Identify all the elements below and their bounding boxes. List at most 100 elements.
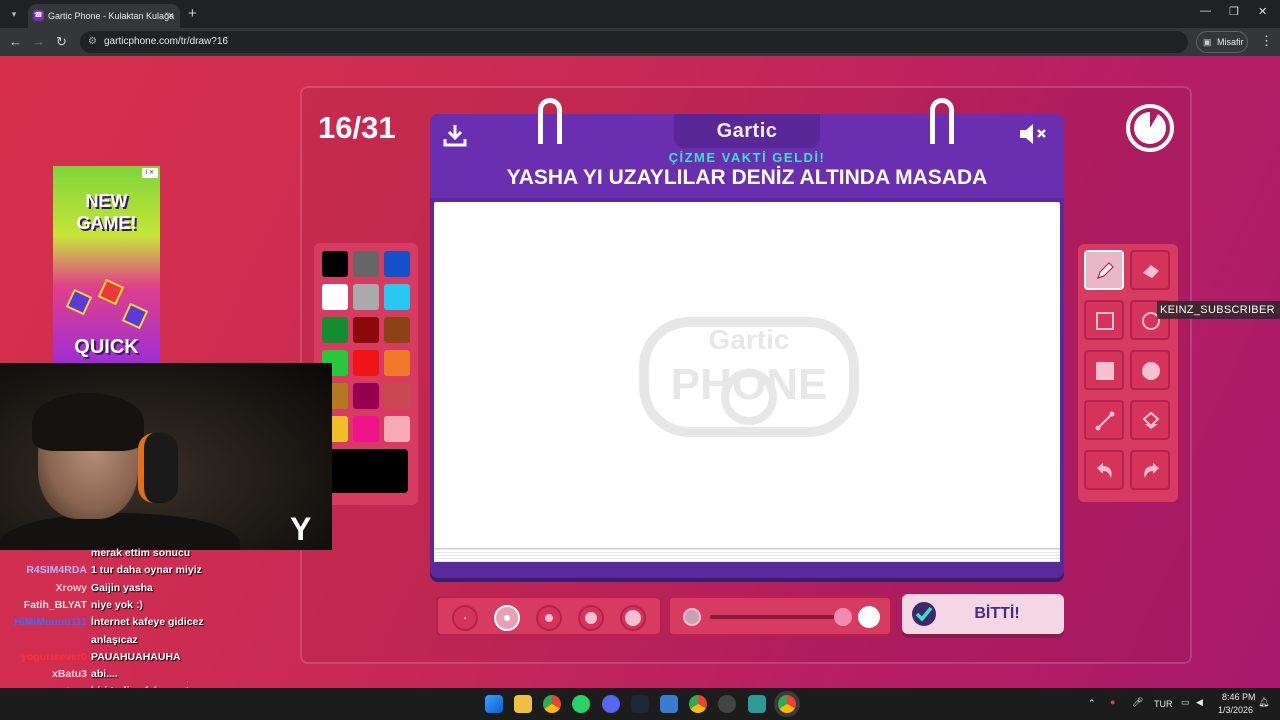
minimize-icon[interactable]: —: [1200, 5, 1211, 17]
chrome-active-icon[interactable]: [778, 695, 796, 713]
tray-chevron-icon[interactable]: ⌃: [1088, 698, 1096, 709]
brush-size-2[interactable]: [494, 605, 520, 631]
timer-icon: [1126, 104, 1174, 152]
clock-date[interactable]: 1/3/2026: [1218, 705, 1253, 715]
advertisement[interactable]: i ✕ NEW GAME! QUICK: [53, 166, 160, 366]
language-indicator[interactable]: TUR: [1154, 699, 1173, 709]
chat-message: yogurtsever0 PAUAHUAHAUHA: [0, 649, 330, 666]
notification-icon[interactable]: 🔔︎: [1258, 697, 1269, 708]
new-tab-button[interactable]: +: [188, 5, 197, 23]
bucket-tool[interactable]: [1130, 400, 1170, 440]
browser-menu-icon[interactable]: ⋮: [1260, 33, 1273, 49]
address-bar[interactable]: ⚙ garticphone.com/tr/draw?16: [80, 31, 1188, 53]
rectangle-fill-icon: [1096, 362, 1114, 380]
color-swatch[interactable]: [353, 251, 379, 277]
eraser-tool[interactable]: [1130, 250, 1170, 290]
whatsapp-icon[interactable]: [572, 695, 590, 713]
chat-username: Xrowy: [55, 581, 87, 594]
color-swatch[interactable]: [353, 350, 379, 376]
restore-icon[interactable]: ❐: [1229, 5, 1239, 18]
checkmark-icon: [912, 602, 936, 626]
forward-icon[interactable]: →: [32, 34, 45, 50]
opacity-thumb[interactable]: [834, 608, 852, 626]
line-icon: [1095, 411, 1115, 431]
ellipse-fill-icon: [1142, 362, 1160, 380]
redo-tool[interactable]: [1130, 450, 1170, 490]
gartic-phone-watermark: Gartic PHONE: [624, 302, 874, 452]
color-swatch[interactable]: [384, 350, 410, 376]
color-swatch[interactable]: [384, 251, 410, 277]
mute-icon[interactable]: [1018, 122, 1050, 146]
start-icon[interactable]: [485, 695, 503, 713]
file-explorer-icon[interactable]: [514, 695, 532, 713]
chat-username: xBatu3: [51, 668, 87, 681]
undo-tool[interactable]: [1084, 450, 1124, 490]
chat-message: xBatu3 abi....: [0, 666, 330, 683]
pencil-tool[interactable]: [1084, 250, 1124, 290]
color-swatch[interactable]: [353, 317, 379, 343]
brush-size-1[interactable]: [452, 605, 478, 631]
color-swatch[interactable]: [384, 317, 410, 343]
close-tab-icon[interactable]: ×: [168, 4, 174, 28]
obs-icon[interactable]: [718, 695, 736, 713]
chat-text: Gaijin yasha: [91, 581, 153, 594]
rectangle-fill-tool[interactable]: [1084, 350, 1124, 390]
color-swatch[interactable]: [322, 317, 348, 343]
color-swatch[interactable]: [384, 383, 410, 409]
profile-button[interactable]: ▣ Misafir: [1196, 31, 1248, 53]
color-swatch[interactable]: [353, 284, 379, 310]
drawing-canvas[interactable]: Gartic PHONE: [434, 202, 1060, 562]
back-icon[interactable]: ←: [9, 34, 22, 50]
line-tool[interactable]: [1084, 400, 1124, 440]
microphone-icon[interactable]: 🎤︎: [1132, 697, 1143, 708]
browser-tab[interactable]: ☎ Gartic Phone - Kulaktan Kulağa ×: [28, 4, 180, 28]
steam-icon[interactable]: [631, 695, 649, 713]
webcam-hair: [32, 393, 144, 451]
chat-username: HiMiMuuuu111: [14, 616, 87, 629]
done-button[interactable]: BİTTİ!: [902, 594, 1064, 634]
chat-username: Fatih_BLYAT: [23, 598, 87, 611]
profile-label: Misafir: [1217, 37, 1244, 47]
color-swatch[interactable]: [384, 284, 410, 310]
headset-icon: [138, 433, 178, 503]
tab-list-button[interactable]: ▾: [6, 6, 22, 22]
undo-icon: [1097, 463, 1112, 478]
color-swatch[interactable]: [384, 416, 410, 442]
brush-size-panel: [436, 596, 662, 636]
brush-size-5[interactable]: [620, 605, 646, 631]
color-swatch[interactable]: [353, 416, 379, 442]
rectangle-outline-tool[interactable]: [1084, 300, 1124, 340]
drawing-prompt: YASHA YI UZAYLILAR DENİZ ALTINDA MASADA: [506, 166, 988, 189]
ad-gem-icon: [121, 302, 149, 330]
chrome-icon[interactable]: [543, 695, 561, 713]
watermark-top: Gartic: [708, 324, 790, 355]
brush-size-4[interactable]: [578, 605, 604, 631]
brush-size-3[interactable]: [536, 605, 562, 631]
site-info-icon[interactable]: ⚙: [88, 31, 97, 53]
opacity-slider: [668, 596, 892, 636]
opacity-max-icon: [858, 606, 880, 628]
volume-icon[interactable]: ◀︎: [1196, 697, 1203, 708]
discord-icon[interactable]: [602, 695, 620, 713]
ad-choices-icon[interactable]: i ✕: [142, 168, 158, 178]
profile-icon: ▣: [1203, 37, 1212, 47]
color-swatch[interactable]: [322, 251, 348, 277]
opacity-track[interactable]: [710, 615, 840, 619]
close-window-icon[interactable]: ✕: [1258, 5, 1267, 18]
clock-time[interactable]: 8:46 PM: [1222, 692, 1256, 702]
color-swatch[interactable]: [322, 284, 348, 310]
network-icon[interactable]: ▭: [1181, 697, 1190, 708]
browser-tab-bar: ▾ ☎ Gartic Phone - Kulaktan Kulağa × + —…: [0, 0, 1280, 28]
ellipse-fill-tool[interactable]: [1130, 350, 1170, 390]
reload-icon[interactable]: ↻: [56, 34, 67, 50]
color-swatch[interactable]: [353, 383, 379, 409]
chat-username: yogurtsever0: [21, 650, 87, 663]
done-label: BİTTİ!: [974, 605, 1020, 622]
chat-message: Fatih_BLYAT niye yok :): [0, 597, 330, 614]
app-icon[interactable]: [748, 695, 766, 713]
app-icon[interactable]: [660, 695, 678, 713]
chrome-profile-icon[interactable]: [689, 695, 707, 713]
chat-username: R4SIM4RDA: [26, 564, 87, 577]
download-icon[interactable]: [442, 122, 468, 148]
tray-app-icon[interactable]: ●: [1110, 697, 1115, 707]
